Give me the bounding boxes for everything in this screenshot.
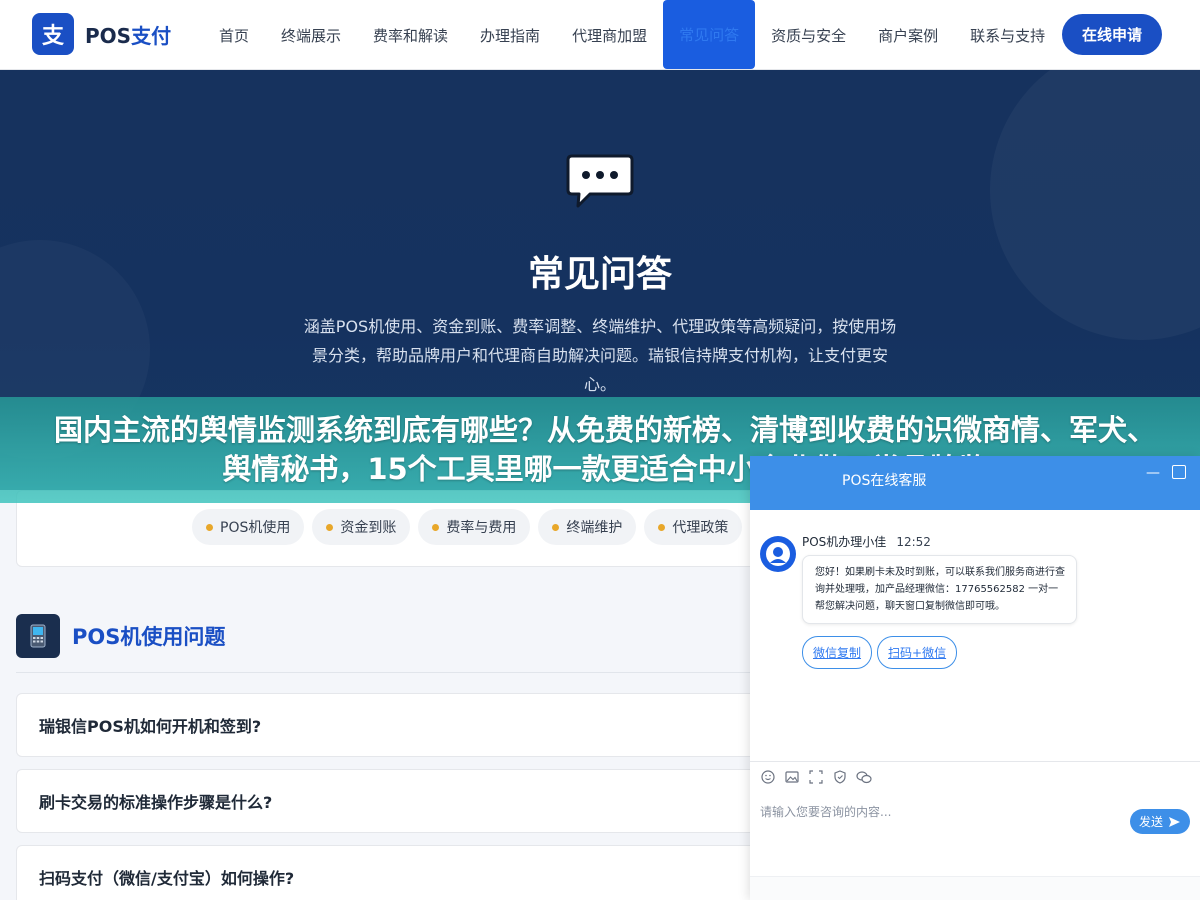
bullet-dot-icon	[206, 523, 213, 531]
agent-avatar	[760, 536, 796, 572]
emoji-icon[interactable]	[760, 769, 776, 785]
logo-mark: 支	[32, 13, 74, 55]
screenshot-icon[interactable]	[808, 769, 824, 785]
nav-item-security[interactable]: 资质与安全	[755, 0, 862, 70]
section-title: POS机使用问题	[72, 625, 226, 649]
nav-item-guide[interactable]: 办理指南	[464, 0, 556, 70]
site-logo[interactable]: 支 POS支付	[32, 13, 171, 55]
chat-header-title: POS在线客服	[842, 473, 927, 489]
faq-item[interactable]: 扫码支付（微信/支付宝）如何操作?	[16, 845, 776, 900]
chat-widget: POS在线客服 — POS机办理小佳 12:52 您好！如果刷卡未及时到账，可以联…	[750, 456, 1200, 900]
copy-wechat-button[interactable]: 微信复制	[802, 636, 873, 669]
chat-footer	[750, 876, 1200, 900]
faq-item[interactable]: 刷卡交易的标准操作步骤是什么?	[16, 769, 776, 833]
apply-online-button[interactable]: 在线申请	[1062, 14, 1162, 55]
bullet-dot-icon	[326, 523, 334, 531]
nav-item-agent[interactable]: 代理商加盟	[556, 0, 663, 70]
section-divider	[16, 672, 776, 673]
chat-message-bubble: 您好！如果刷卡未及时到账，可以联系我们服务商进行查询并处理哦，加产品经理微信：1…	[802, 555, 1077, 624]
chat-message-input[interactable]	[760, 802, 1120, 822]
hero-decor-circle	[990, 70, 1200, 340]
scan-wechat-button[interactable]: 扫码+微信	[877, 636, 958, 669]
faq-item[interactable]: 瑞银信POS机如何开机和签到?	[16, 693, 776, 757]
expand-icon[interactable]	[1172, 465, 1186, 479]
main-nav: 首页 终端展示 费率和解读 办理指南 代理商加盟 常见问答 资质与安全 商户案例…	[203, 0, 1061, 70]
nav-item-terminals[interactable]: 终端展示	[265, 0, 357, 70]
category-chip-maintenance[interactable]: 终端维护	[538, 509, 637, 545]
chat-header: POS在线客服 —	[750, 456, 1200, 510]
bullet-dot-icon	[432, 523, 440, 531]
category-chip-fees[interactable]: 费率与费用	[418, 509, 531, 545]
nav-item-cases[interactable]: 商户案例	[862, 0, 954, 70]
category-chips: POS机使用 资金到账 费率与费用 终端维护 代理政策	[192, 509, 750, 545]
rating-icon[interactable]	[832, 769, 848, 785]
agent-name: POS机办理小佳	[802, 535, 887, 549]
hero-description: 涵盖POS机使用、资金到账、费率调整、终端维护、代理政策等高频疑问，按使用场景分…	[303, 317, 897, 394]
chat-toolbar	[760, 769, 880, 785]
nav-item-faq[interactable]: 常见问答	[663, 0, 756, 69]
nav-item-rates[interactable]: 费率和解读	[357, 0, 464, 70]
site-header: 支 POS支付 首页 终端展示 费率和解读 办理指南 代理商加盟 常见问答 资质…	[0, 0, 1200, 70]
image-icon[interactable]	[784, 769, 800, 785]
category-chip-settlement[interactable]: 资金到账	[312, 509, 411, 545]
send-button[interactable]: 发送	[1130, 809, 1190, 834]
send-arrow-icon	[1169, 816, 1180, 827]
pos-terminal-icon	[16, 614, 60, 658]
section-heading: POS机使用问题	[16, 614, 225, 658]
speech-bubble-icon	[566, 154, 634, 208]
bullet-dot-icon	[658, 523, 666, 531]
chat-agent-meta: POS机办理小佳 12:52	[802, 533, 931, 550]
logo-text: POS支付	[85, 23, 172, 48]
category-chip-pos-usage[interactable]: POS机使用	[192, 509, 305, 545]
nav-item-home[interactable]: 首页	[203, 0, 265, 70]
chat-toolbar-divider	[750, 761, 1200, 762]
bullet-dot-icon	[552, 523, 560, 531]
chat-quick-actions: 微信复制 扫码+微信	[802, 636, 962, 669]
message-time: 12:52	[896, 535, 931, 549]
minimize-icon[interactable]: —	[1146, 465, 1160, 481]
page-title: 常见问答	[527, 254, 672, 295]
wechat-icon[interactable]	[856, 769, 872, 785]
nav-item-contact[interactable]: 联系与支持	[954, 0, 1061, 70]
category-chip-agent-policy[interactable]: 代理政策	[644, 509, 743, 545]
